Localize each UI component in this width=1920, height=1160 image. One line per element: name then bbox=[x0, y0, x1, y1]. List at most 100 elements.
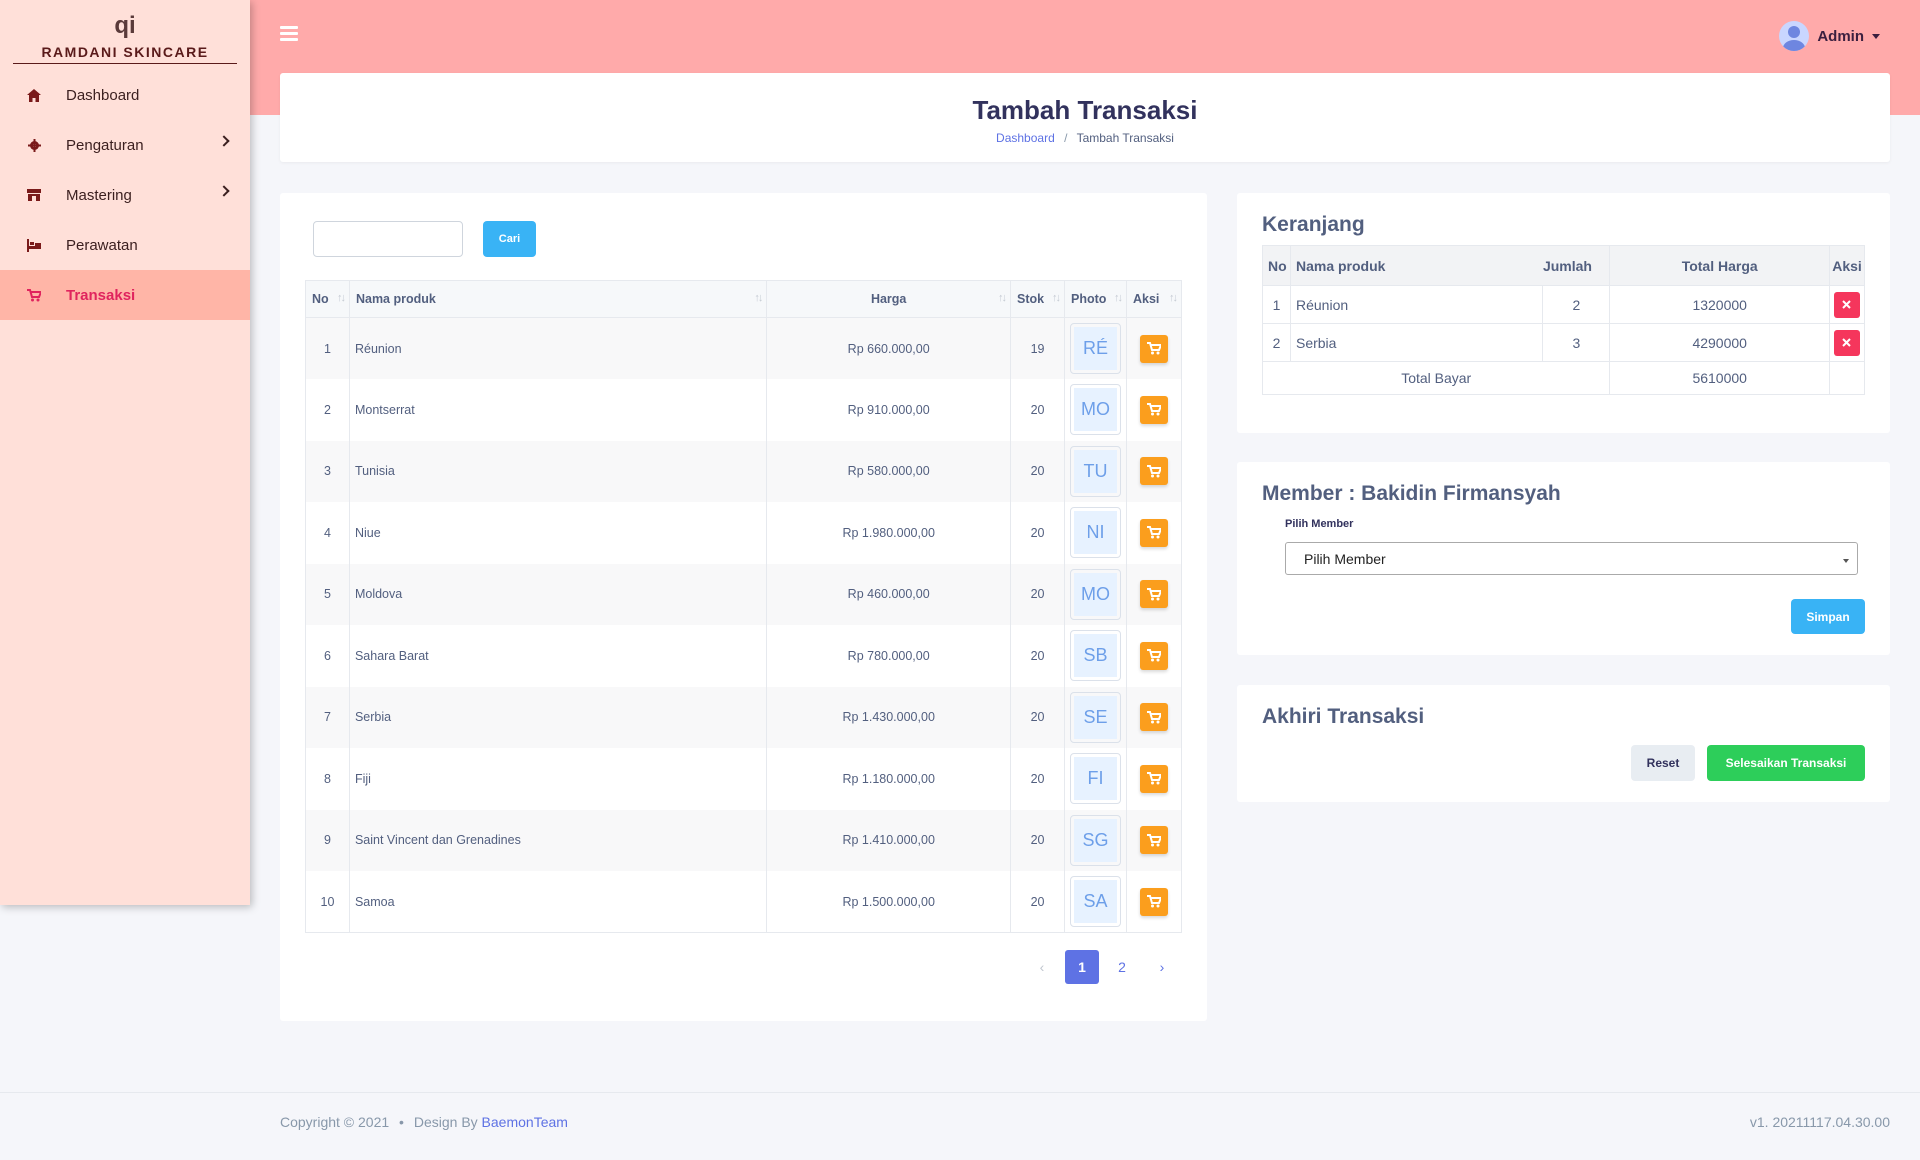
sidebar-item-transaksi[interactable]: Transaksi bbox=[0, 270, 250, 320]
photo-placeholder: SA bbox=[1074, 880, 1117, 923]
brand[interactable]: qi RAMDANI SKINCARE bbox=[0, 0, 250, 70]
row-no: 2 bbox=[305, 379, 350, 441]
table-row: 10 Samoa Rp 1.500.000,00 20 SA bbox=[305, 871, 1182, 933]
pagination-prev[interactable]: ‹ bbox=[1025, 950, 1059, 984]
add-to-cart-button[interactable] bbox=[1140, 703, 1168, 732]
sidebar-item-dashboard[interactable]: Dashboard bbox=[0, 70, 250, 120]
sort-icon: ↑↓ bbox=[336, 292, 346, 304]
photo-placeholder: NI bbox=[1074, 511, 1117, 555]
team-link[interactable]: BaemonTeam bbox=[482, 1114, 568, 1130]
add-to-cart-button[interactable] bbox=[1140, 826, 1168, 855]
product-stock: 20 bbox=[1010, 625, 1065, 687]
cart-icon bbox=[1147, 895, 1161, 908]
column-header-no[interactable]: No ↑↓ bbox=[305, 280, 350, 318]
copyright-text: Copyright © 2021 bbox=[280, 1114, 390, 1130]
add-to-cart-button[interactable] bbox=[1140, 641, 1168, 670]
finish-transaction-button[interactable]: Selesaikan Transaksi bbox=[1707, 745, 1865, 781]
member-select[interactable]: Pilih Member bbox=[1285, 542, 1858, 575]
cart-icon bbox=[1147, 710, 1161, 724]
add-to-cart-button[interactable] bbox=[1140, 518, 1168, 547]
breadcrumb-separator: / bbox=[1064, 131, 1068, 145]
table-row: 9 Saint Vincent dan Grenadines Rp 1.410.… bbox=[305, 809, 1182, 871]
cart-item-total: 4290000 bbox=[1609, 323, 1830, 362]
product-photo: MO bbox=[1064, 563, 1127, 625]
add-to-cart-button[interactable] bbox=[1140, 764, 1168, 793]
product-name: Réunion bbox=[348, 317, 768, 379]
product-photo: FI bbox=[1064, 748, 1127, 810]
product-name: Niue bbox=[348, 502, 768, 564]
footer-bullet: • bbox=[399, 1114, 404, 1130]
remove-item-button[interactable] bbox=[1833, 291, 1860, 318]
cart-item-total: 1320000 bbox=[1609, 285, 1830, 324]
cart-icon bbox=[1147, 772, 1161, 785]
photo-placeholder: FI bbox=[1074, 757, 1117, 801]
product-stock: 20 bbox=[1010, 748, 1065, 810]
spa-icon bbox=[26, 237, 42, 253]
column-header-price[interactable]: Harga ↑↓ bbox=[766, 280, 1012, 318]
add-to-cart-button[interactable] bbox=[1140, 395, 1168, 424]
cart-icon bbox=[1147, 587, 1161, 601]
pagination-page-2[interactable]: 2 bbox=[1105, 950, 1139, 984]
product-price: Rp 580.000,00 bbox=[766, 440, 1012, 502]
gear-icon bbox=[26, 137, 42, 153]
product-stock: 20 bbox=[1010, 563, 1065, 625]
cart-row-no: 2 bbox=[1262, 323, 1291, 362]
row-no: 8 bbox=[305, 748, 350, 810]
product-name: Samoa bbox=[348, 871, 768, 933]
search-input[interactable] bbox=[313, 221, 463, 257]
remove-item-button[interactable] bbox=[1833, 329, 1860, 356]
cart-icon bbox=[1147, 403, 1161, 416]
user-name: Admin bbox=[1817, 27, 1864, 45]
product-price: Rp 1.410.000,00 bbox=[766, 809, 1012, 871]
pagination-next[interactable]: › bbox=[1145, 950, 1179, 984]
cart-icon bbox=[1147, 649, 1161, 662]
sidebar-item-pengaturan[interactable]: Pengaturan bbox=[0, 120, 250, 170]
avatar bbox=[1779, 21, 1810, 51]
cart-column-no: No bbox=[1262, 245, 1291, 286]
column-header-stock[interactable]: Stok ↑↓ bbox=[1010, 280, 1065, 318]
product-name: Sahara Barat bbox=[348, 625, 768, 687]
member-select-label: Pilih Member bbox=[1285, 518, 1354, 530]
save-member-button[interactable]: Simpan bbox=[1791, 599, 1865, 634]
cart-card: Keranjang No Nama produk Jumlah Total Ha… bbox=[1237, 193, 1890, 433]
sort-icon: ↑↓ bbox=[1052, 292, 1061, 304]
finish-title: Akhiri Transaksi bbox=[1262, 705, 1425, 728]
add-to-cart-button[interactable] bbox=[1140, 457, 1168, 486]
product-photo: SG bbox=[1064, 809, 1127, 871]
table-row: 6 Sahara Barat Rp 780.000,00 20 SB bbox=[305, 625, 1182, 687]
reset-button[interactable]: Reset bbox=[1631, 745, 1695, 781]
product-stock: 20 bbox=[1010, 379, 1065, 441]
add-to-cart-button[interactable] bbox=[1140, 580, 1168, 609]
product-photo: SB bbox=[1064, 625, 1127, 687]
total-value: 5610000 bbox=[1609, 361, 1830, 395]
hamburger-icon[interactable] bbox=[280, 26, 298, 42]
column-header-name[interactable]: Nama produk ↑↓ bbox=[348, 280, 768, 318]
product-card: Cari No ↑↓ Nama produk ↑↓ Harga ↑↓ Stok ↑↓ P… bbox=[280, 193, 1207, 1021]
product-photo: NI bbox=[1064, 502, 1127, 564]
cart-icon bbox=[1147, 526, 1161, 539]
sidebar-item-label: Pengaturan bbox=[66, 136, 144, 154]
pagination-page-1[interactable]: 1 bbox=[1065, 950, 1099, 984]
breadcrumb-home[interactable]: Dashboard bbox=[996, 131, 1055, 145]
row-no: 3 bbox=[305, 440, 350, 502]
photo-placeholder: RÉ bbox=[1074, 327, 1117, 370]
row-no: 4 bbox=[305, 502, 350, 564]
add-to-cart-button[interactable] bbox=[1140, 887, 1168, 916]
cart-title: Keranjang bbox=[1262, 213, 1365, 236]
sidebar-item-perawatan[interactable]: Perawatan bbox=[0, 220, 250, 270]
sort-icon: ↑↓ bbox=[1169, 292, 1178, 304]
sidebar-item-mastering[interactable]: Mastering bbox=[0, 170, 250, 220]
product-table: No ↑↓ Nama produk ↑↓ Harga ↑↓ Stok ↑↓ Photo ↑… bbox=[305, 280, 1182, 933]
column-header-photo[interactable]: Photo ↑↓ bbox=[1064, 280, 1127, 318]
cart-item-qty: 2 bbox=[1542, 285, 1611, 324]
chevron-down-icon bbox=[1843, 559, 1849, 563]
product-price: Rp 460.000,00 bbox=[766, 563, 1012, 625]
column-header-action[interactable]: Aksi ↑↓ bbox=[1126, 280, 1182, 318]
close-icon bbox=[1842, 300, 1852, 309]
user-menu[interactable]: Admin bbox=[1779, 21, 1880, 51]
cart-column-name: Nama produk bbox=[1289, 245, 1543, 286]
search-button[interactable]: Cari bbox=[483, 221, 536, 257]
add-to-cart-button[interactable] bbox=[1140, 334, 1168, 363]
brand-name: RAMDANI SKINCARE bbox=[13, 42, 237, 64]
sidebar-item-label: Dashboard bbox=[66, 86, 140, 104]
